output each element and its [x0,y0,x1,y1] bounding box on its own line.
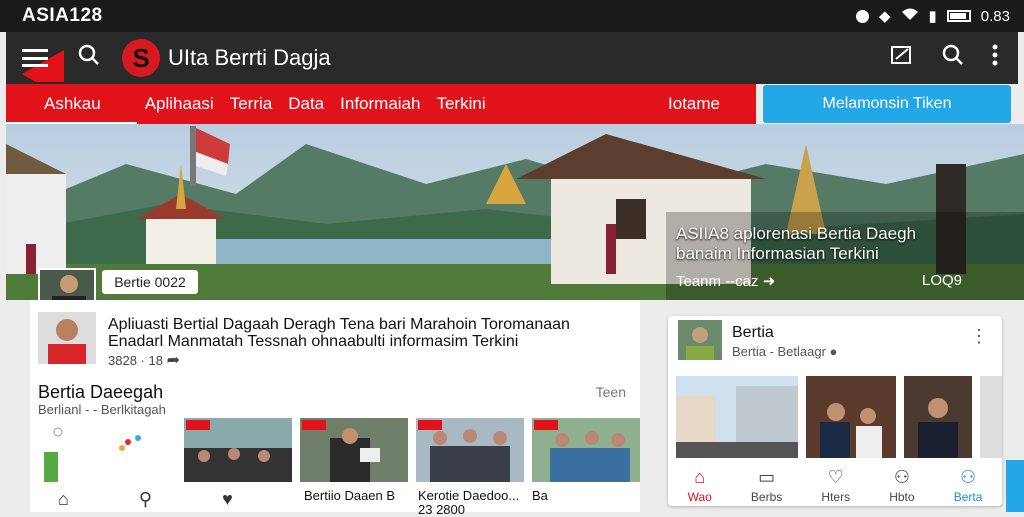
overflow-menu-button[interactable] [992,44,998,72]
thumbnail[interactable] [184,418,292,482]
hamburger-icon [22,49,48,67]
side-card: Bertia Bertia - Betlaagr ● ⋮ ⌂ Wao ▭ Berbs… [668,316,1002,506]
hero-headline: ASIIA8 aplorenasi Bertia Daegh banaim In… [676,224,916,264]
nav-item-data[interactable]: Data [280,94,332,114]
article-title-line2: Enadarl Manmatah Tessnah ohnaabulti info… [108,333,519,350]
article-title[interactable]: Apliuasti Bertial Dagaah Deragh Tena bar… [108,316,628,350]
tab-home-label: Wao [687,489,712,504]
home-icon: ⌂ [694,466,706,487]
tab-hters[interactable]: ♡ Hters [821,467,850,504]
thumbnail-caption: 23 2800 [418,502,465,517]
hero-more-link[interactable]: Teanm --caz ➜ [676,272,775,290]
tab-hters-label: Hters [821,489,851,504]
notification-icon [855,9,869,23]
thumbnail[interactable] [532,418,640,482]
tab-berta[interactable]: ⚇ Berta [954,467,983,504]
tab-home[interactable]: ⌂ Wao [688,467,712,504]
gallery-image[interactable] [676,376,798,458]
thumbnail-tag [186,420,210,430]
app-logo: S [120,37,162,79]
login-link[interactable]: Iotame [668,94,756,114]
article-author-photo [38,312,96,364]
news-icon: ▭ [758,466,776,487]
gallery-image[interactable] [806,376,896,458]
status-bar: ASIA128 ◆ ▮ 0.83 [0,0,1024,32]
hero-headline-line2: banaim Informasian Terkini [676,244,879,263]
search-icon[interactable]: ⚲ [139,489,152,510]
search-button[interactable] [64,44,114,72]
section-title: Bertia Daeegah [38,382,164,402]
share-icon[interactable]: ➦ [167,352,180,369]
gallery-image[interactable] [980,376,1002,458]
section-more-link[interactable]: Teen [596,384,626,400]
article-title-line1: Apliuasti Bertial Dagaah Deragh Tena bar… [108,316,570,333]
nav-item-aplikasi[interactable]: Aplihaasi [137,94,222,114]
scrollbar[interactable] [1006,460,1024,512]
status-time: 0.83 [980,7,1010,25]
kebab-icon[interactable]: ⋮ [970,326,988,347]
side-card-tabs: ⌂ Wao ▭ Berbs ♡ Hters ⚇ Hbto ⚇ Berta [668,464,1002,506]
hero-count: LOQ9 [922,272,963,289]
tab-hbto-label: Hbto [889,489,915,504]
side-card-gallery [676,376,1002,458]
section-subtitle: Berlianl - - Berlkitagah [38,402,166,417]
thumbnail[interactable] [38,418,176,482]
nav-item-active[interactable]: Ashkau [6,84,137,124]
nav-item-terkini[interactable]: Terkini [428,94,493,114]
tab-berta-label: Berta [953,489,983,504]
wifi-icon [901,7,919,25]
menu-button[interactable] [6,32,64,84]
side-card-subtitle: Bertia - Betlaagr ● [732,344,838,359]
subscribe-button[interactable]: Melamonsin Tiken [763,85,1011,123]
category-nav: Ashkau Aplihaasi Terria Data Informaiah … [6,84,756,124]
bookmark-button[interactable] [890,44,914,72]
tab-berbs-label: Berbs [750,489,783,504]
toolbar-search-button[interactable] [942,44,964,72]
search-icon [78,44,99,65]
profile-icon: ⚇ [959,466,977,487]
search-icon [942,44,963,65]
user-icon: ⚇ [893,466,910,487]
app-toolbar: S UIta Berrti Dagja [6,32,1018,84]
edit-icon [891,46,911,64]
thumbnail-tag [418,420,442,430]
kebab-icon [992,44,998,66]
thumbnail[interactable] [300,418,408,482]
signal-icon: ▮ [928,8,937,25]
location-icon: ◆ [878,8,891,25]
app-title: UIta Berrti Dagja [168,45,331,70]
side-card-title: Bertia [732,324,774,341]
article-meta: 3828 · 18 ➦ [108,350,180,370]
thumbnail-strip [38,418,640,482]
gallery-image[interactable] [904,376,972,458]
tab-berbs[interactable]: ▭ Berbs [751,467,782,504]
article-meta-text: 3828 · 18 [108,353,163,368]
side-card-avatar [678,320,722,360]
thumbnail-caption: Kerotie Daedoo... [418,488,520,503]
status-brand: ASIA128 [22,5,103,26]
system-icons: ◆ ▮ 0.83 [855,7,1010,25]
thumbnail-caption: Ba [532,488,548,503]
thumbnail-tag [302,420,326,430]
tab-hbto[interactable]: ⚇ Hbto [889,467,914,504]
hero-headline-line1: ASIIA8 aplorenasi Bertia Daegh [676,224,917,243]
battery-icon [946,10,971,22]
thumbnail-tag [534,420,558,430]
thumbnail-caption: Bertiio Daaen B [304,488,396,503]
article-panel: Apliuasti Bertial Dagaah Deragh Tena bar… [30,300,640,517]
heart-icon: ♡ [827,466,844,487]
heart-icon[interactable]: ♥ [222,489,233,510]
thumbnail[interactable] [416,418,524,482]
badge-pill: Bertie 0022 [102,270,198,294]
nav-item-terria[interactable]: Terria [222,94,281,114]
home-icon[interactable]: ⌂ [58,489,69,510]
nav-item-informasi[interactable]: Informaiah [332,94,428,114]
